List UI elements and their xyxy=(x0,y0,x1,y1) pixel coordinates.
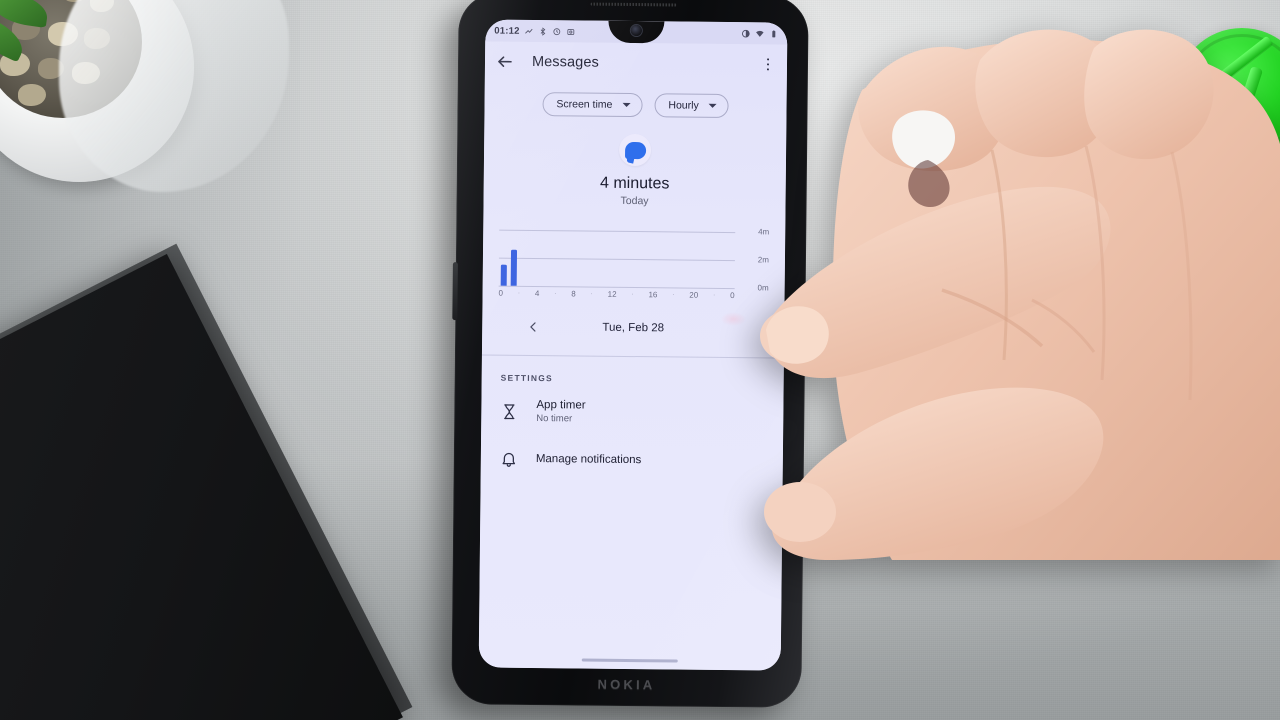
chevron-down-icon xyxy=(708,103,717,108)
scene-root: NOKIA 01:12 Messages Screen time Hourly … xyxy=(0,0,1280,720)
chart-bar xyxy=(510,249,517,286)
settings-row-title: Manage notifications xyxy=(535,453,642,467)
bell-icon xyxy=(500,450,518,468)
speech-bubble-shape xyxy=(624,141,646,159)
chart-bars xyxy=(499,230,736,288)
back-arrow-icon[interactable] xyxy=(496,53,514,71)
filter-chip-label: Screen time xyxy=(556,98,613,111)
current-date-label: Tue, Feb 28 xyxy=(602,321,665,335)
chart-xtick: 4 xyxy=(534,288,540,298)
settings-row-text: Manage notifications xyxy=(536,452,642,467)
date-navigation: Tue, Feb 28 xyxy=(482,313,784,342)
front-camera-icon xyxy=(630,24,642,37)
volume-button[interactable] xyxy=(452,262,458,321)
status-bar-left: 01:12 xyxy=(494,25,575,37)
chart-xtick: · xyxy=(590,290,593,298)
chevron-left-icon[interactable] xyxy=(526,320,540,334)
chart-xtick: 0 xyxy=(730,290,735,300)
bluetooth-icon xyxy=(539,26,548,36)
page-title: Messages xyxy=(531,53,599,71)
settings-row-title: App timer xyxy=(536,399,586,412)
chart-xtick: · xyxy=(517,289,521,297)
chart-xtick: 8 xyxy=(571,288,576,298)
usage-period-label: Today xyxy=(620,194,649,208)
chevron-down-icon xyxy=(622,102,631,107)
status-bar-clock: 01:12 xyxy=(494,25,520,37)
settings-row-notifications[interactable]: Manage notifications xyxy=(481,449,783,470)
pebble xyxy=(18,84,46,106)
chart-x-axis: 0 · 4 · 8 · 12 · 16 · 20 · 0 xyxy=(499,287,735,301)
chart-xtick: 20 xyxy=(689,290,699,300)
phone-brand-label: NOKIA xyxy=(597,676,656,693)
chart-xtick: · xyxy=(672,290,675,298)
settings-row-text: App timer No timer xyxy=(536,398,585,426)
earpiece-speaker xyxy=(590,2,677,7)
settings-row-subtitle: No timer xyxy=(536,413,573,425)
chart-xtick: 12 xyxy=(607,289,617,299)
usage-summary: 4 minutes Today xyxy=(484,132,787,208)
settings-row-app-timer[interactable]: App timer No timer xyxy=(481,397,783,427)
chart-xtick: · xyxy=(631,290,634,298)
trending-icon xyxy=(525,26,534,35)
sync-icon xyxy=(553,27,562,36)
filter-chip-screen-time[interactable]: Screen time xyxy=(542,92,643,118)
screenshot-icon xyxy=(567,27,576,36)
chart-xtick: · xyxy=(554,289,557,297)
hourglass-icon xyxy=(500,402,518,420)
chart-xtick: 16 xyxy=(648,289,658,299)
app-content: Messages Screen time Hourly 4 minutes To… xyxy=(478,41,788,671)
plant-leaf xyxy=(0,0,50,28)
usage-bar-chart: 4m 2m 0m 0 · 4 · 8 · 12 · 16 · 20 · 0 xyxy=(499,227,770,299)
usage-total-value: 4 minutes xyxy=(599,174,670,193)
chart-xtick: 0 xyxy=(498,288,504,298)
messages-bubble-icon xyxy=(618,133,652,167)
chart-xtick: · xyxy=(712,291,716,299)
chart-bar xyxy=(500,264,507,286)
plant-pot xyxy=(0,0,289,192)
gesture-navigation-bar[interactable] xyxy=(581,658,678,663)
filter-chip-interval[interactable]: Hourly xyxy=(654,93,729,119)
user-hand xyxy=(742,0,1280,560)
filter-chip-label: Hourly xyxy=(668,99,699,112)
section-divider xyxy=(481,354,784,359)
